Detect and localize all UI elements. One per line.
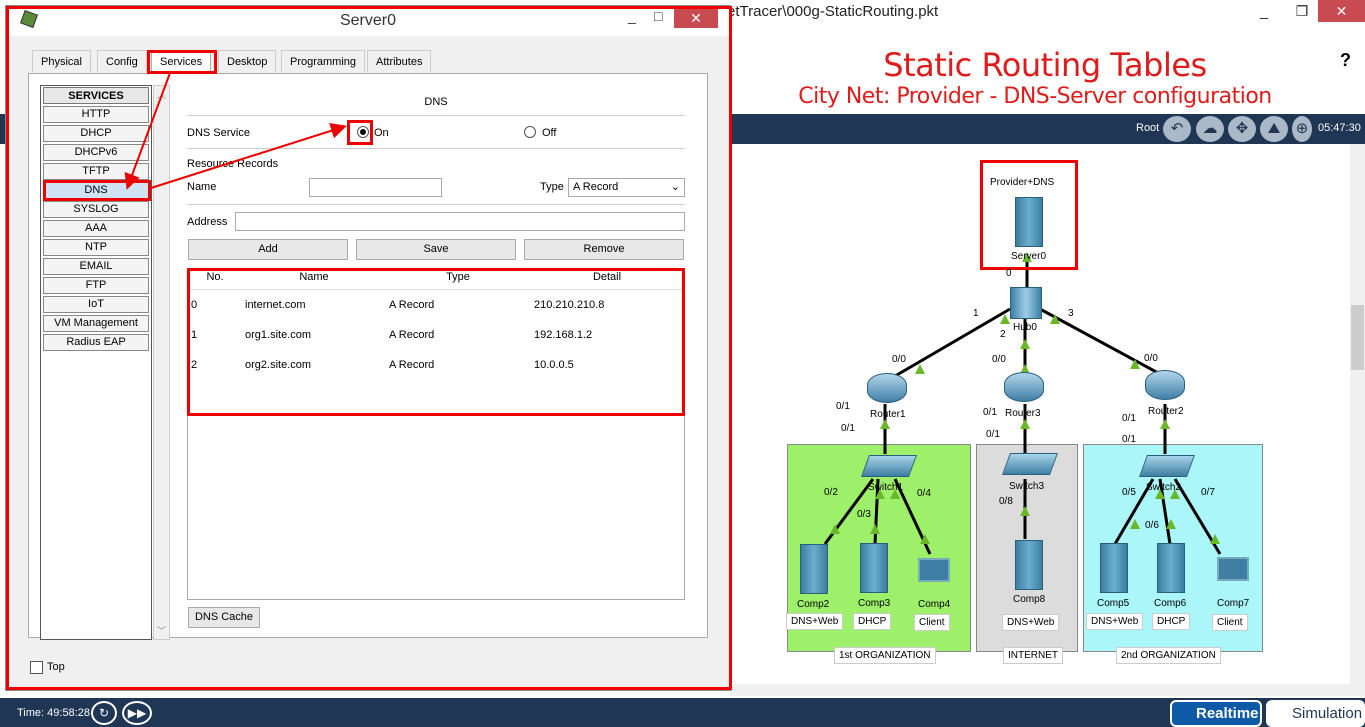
back-icon[interactable]: ↶ bbox=[1163, 116, 1191, 142]
slide-heading: Static Routing Tables bbox=[883, 46, 1207, 84]
router2-label: Router2 bbox=[1148, 406, 1184, 417]
highlight-server bbox=[980, 160, 1078, 270]
port-label: 0/1 bbox=[836, 401, 850, 412]
zone-org1-label: 1st ORGANIZATION bbox=[834, 647, 936, 664]
router3-label: Router3 bbox=[1005, 408, 1041, 419]
comp7-tag: Client bbox=[1212, 614, 1248, 631]
comp6-label: Comp6 bbox=[1154, 598, 1187, 609]
fast-forward-icon[interactable]: ▶▶ bbox=[122, 701, 152, 725]
comp2-label: Comp2 bbox=[797, 599, 830, 610]
switch3-label: Switch3 bbox=[1009, 481, 1045, 492]
port-label: 3 bbox=[1068, 308, 1074, 319]
switch1-label: Switch1 bbox=[868, 482, 904, 493]
port-label: 0/8 bbox=[999, 496, 1013, 507]
maximize-button[interactable]: ❐ bbox=[1284, 0, 1320, 22]
router1-label: Router1 bbox=[870, 409, 906, 420]
comp5-label: Comp5 bbox=[1097, 598, 1130, 609]
router1-icon[interactable] bbox=[867, 373, 907, 403]
port-label: 0/1 bbox=[1122, 413, 1136, 424]
comp7-label: Comp7 bbox=[1217, 598, 1250, 609]
reset-time-icon[interactable]: ↻ bbox=[91, 701, 117, 725]
comp8-label: Comp8 bbox=[1013, 594, 1046, 605]
port-label: 0/4 bbox=[917, 488, 931, 499]
port-label: 0/0 bbox=[1144, 353, 1158, 364]
hub0-label: Hub0 bbox=[1013, 322, 1037, 333]
comp8-tag: DNS+Web bbox=[1002, 614, 1060, 631]
help-icon[interactable]: ? bbox=[1340, 50, 1351, 71]
move-icon[interactable]: ✥ bbox=[1228, 116, 1256, 142]
switch1-icon[interactable] bbox=[860, 455, 918, 477]
background-image-icon[interactable]: ⛰ bbox=[1260, 116, 1288, 142]
minimize-button[interactable]: _ bbox=[1246, 0, 1282, 22]
comp4-icon[interactable] bbox=[918, 558, 950, 582]
comp6-tag: DHCP bbox=[1152, 613, 1191, 630]
router2-icon[interactable] bbox=[1145, 370, 1185, 400]
viewport-icon[interactable]: ⊕ bbox=[1292, 116, 1312, 142]
root-breadcrumb[interactable]: Root bbox=[1136, 122, 1159, 134]
simulation-mode-button[interactable]: Simulation bbox=[1266, 700, 1365, 727]
port-label: 1 bbox=[973, 308, 979, 319]
scrollbar-thumb[interactable] bbox=[1351, 305, 1364, 370]
elapsed-time: Time: 49:58:28 bbox=[17, 707, 90, 719]
port-label: 0/1 bbox=[841, 423, 855, 434]
comp8-icon[interactable] bbox=[1015, 540, 1043, 590]
realtime-mode-button[interactable]: Realtime bbox=[1170, 700, 1262, 727]
main-window-title: etTracer\000g-StaticRouting.pkt bbox=[727, 3, 939, 20]
comp3-icon[interactable] bbox=[860, 543, 888, 593]
simulation-label: Simulation bbox=[1292, 705, 1363, 722]
port-label: 0/1 bbox=[983, 407, 997, 418]
status-bar bbox=[0, 698, 1365, 727]
hub-icon[interactable] bbox=[1010, 287, 1042, 319]
port-label: 0/0 bbox=[992, 354, 1006, 365]
comp5-tag: DNS+Web bbox=[1086, 613, 1144, 630]
horizontal-scrollbar[interactable] bbox=[730, 684, 1365, 696]
router3-icon[interactable] bbox=[1004, 372, 1044, 402]
port-label: 0/0 bbox=[892, 354, 906, 365]
port-label: 0/3 bbox=[857, 509, 871, 520]
switch3-icon[interactable] bbox=[1001, 453, 1059, 475]
comp2-icon[interactable] bbox=[800, 544, 828, 594]
comp5-icon[interactable] bbox=[1100, 543, 1128, 593]
comp7-icon[interactable] bbox=[1217, 557, 1249, 581]
comp4-label: Comp4 bbox=[918, 599, 951, 610]
annotation-arrows bbox=[124, 72, 347, 190]
switch2-label: Switch2 bbox=[1146, 482, 1182, 493]
port-label: 0/1 bbox=[1122, 434, 1136, 445]
realtime-label: Realtime bbox=[1196, 705, 1259, 722]
cluster-icon[interactable]: ☁ bbox=[1196, 116, 1224, 142]
comp6-icon[interactable] bbox=[1157, 543, 1185, 593]
close-button[interactable]: ✕ bbox=[1318, 0, 1365, 22]
comp2-tag: DNS+Web bbox=[786, 613, 844, 630]
comp3-label: Comp3 bbox=[858, 598, 891, 609]
vertical-scrollbar[interactable] bbox=[1350, 144, 1365, 684]
port-label: 0 bbox=[1006, 268, 1012, 279]
comp3-tag: DHCP bbox=[853, 613, 892, 630]
port-label: 0/7 bbox=[1201, 487, 1215, 498]
port-label: 0/2 bbox=[824, 487, 838, 498]
port-label: 0/1 bbox=[986, 429, 1000, 440]
comp4-tag: Client bbox=[914, 614, 950, 631]
port-label: 0/6 bbox=[1145, 520, 1159, 531]
port-label: 2 bbox=[1000, 329, 1006, 340]
zone-internet-label: INTERNET bbox=[1003, 647, 1063, 664]
clock: 05:47:30 bbox=[1318, 122, 1361, 134]
port-label: 0/5 bbox=[1122, 487, 1136, 498]
switch2-icon[interactable] bbox=[1138, 455, 1196, 477]
zone-org2-label: 2nd ORGANIZATION bbox=[1116, 647, 1221, 664]
slide-subheading: City Net: Provider - DNS-Server configur… bbox=[798, 84, 1272, 109]
